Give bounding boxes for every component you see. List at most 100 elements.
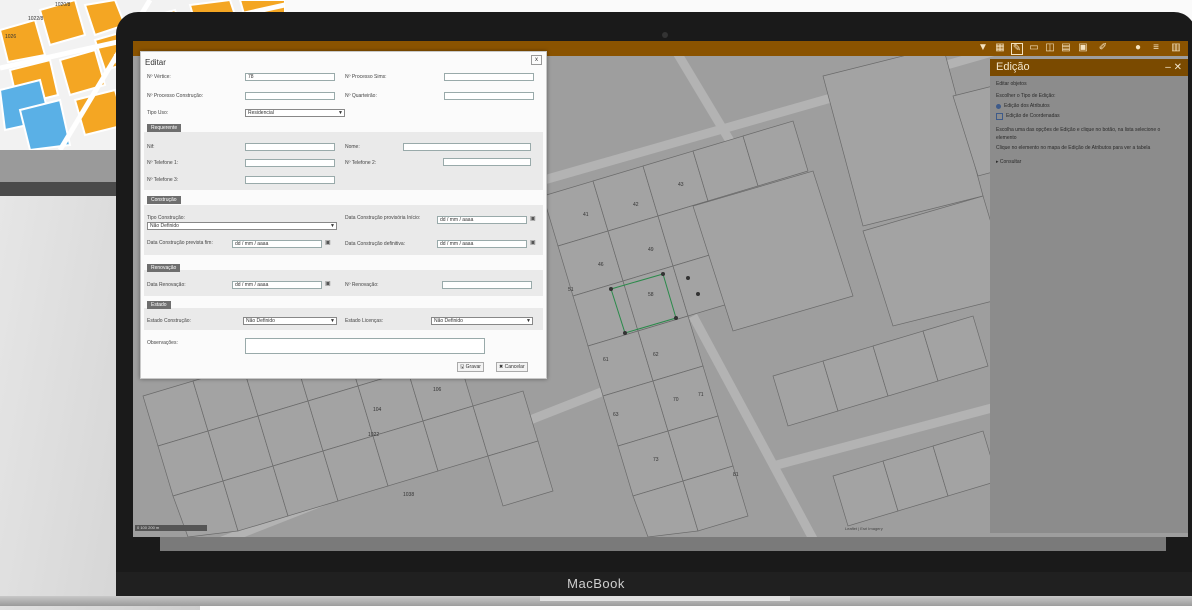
radio-empty-icon[interactable] <box>996 112 1003 120</box>
label-tipo-construcao: Tipo Construção: <box>147 215 185 221</box>
consult-expander[interactable]: ▸ Consultar <box>996 158 1182 166</box>
label-data-renovacao: Data Renovação: <box>147 282 186 288</box>
svg-text:42: 42 <box>633 202 639 208</box>
input-quarteirao[interactable] <box>444 92 534 100</box>
input-processo-sims[interactable] <box>444 73 534 81</box>
svg-text:1022/8: 1022/8 <box>28 16 44 22</box>
save-label: Gravar <box>465 364 481 370</box>
input-data-definitiva[interactable]: dd / mm / aaaa <box>437 240 527 248</box>
input-tel3[interactable] <box>245 176 335 184</box>
label-n-renovacao: Nº Renovação: <box>345 282 379 288</box>
map-attribution[interactable]: Leaflet | Esri Imagery <box>845 526 985 532</box>
menu-icon[interactable]: ≡ <box>1151 43 1161 53</box>
radio-selected-icon[interactable] <box>996 103 1001 109</box>
laptop-brand: MacBook <box>567 576 625 591</box>
select-tipo-uso[interactable]: Residencial ▼ <box>245 109 345 117</box>
option-label: Edição de Coordenadas <box>1006 113 1060 119</box>
select-value: Não Definido <box>246 318 275 324</box>
print-icon[interactable]: ▣ <box>1078 43 1088 53</box>
label-data-inicio: Data Construção provisória Início: <box>345 215 421 221</box>
save-button[interactable]: 🖫 Gravar <box>457 362 484 372</box>
filter-icon[interactable]: ▼ <box>978 43 988 53</box>
calendar-icon[interactable]: ▣ <box>325 280 331 287</box>
svg-text:1038: 1038 <box>403 492 414 498</box>
chevron-down-icon: ▼ <box>526 318 531 324</box>
select-icon[interactable]: ◫ <box>1045 43 1055 53</box>
label-processo-construcao: Nº Processo Construção: <box>147 93 204 99</box>
svg-text:104: 104 <box>373 407 382 413</box>
label-nome: Nome: <box>345 144 360 150</box>
label-nif: Nif: <box>147 144 155 150</box>
svg-text:41: 41 <box>583 212 589 218</box>
table-icon[interactable]: ▤ <box>1061 43 1071 53</box>
screen-bottom-bezel <box>160 537 1166 551</box>
calendar-icon[interactable]: ▣ <box>530 239 536 246</box>
edit-panel-title: Edição <box>996 61 1030 73</box>
close-button[interactable]: x <box>531 55 542 65</box>
label-estado-construcao: Estado Construção: <box>147 318 191 324</box>
svg-text:106: 106 <box>433 387 442 393</box>
input-nome[interactable] <box>403 143 531 151</box>
input-nif[interactable] <box>245 143 335 151</box>
laptop-screen: ▼ ▦ ✎ ▭ ◫ ▤ ▣ ✐ ● ≡ ▥ 41 42 43 46 49 51 … <box>133 41 1188 537</box>
calendar-icon[interactable]: ▣ <box>325 239 331 246</box>
option-edit-attributes[interactable]: Edição dos Atributos <box>996 102 1182 110</box>
expander-label: Consultar <box>999 159 1022 165</box>
chevron-down-icon: ▼ <box>338 110 343 116</box>
label-tel1: Nº Telefone 1: <box>147 160 179 166</box>
textarea-observacoes[interactable] <box>245 338 485 354</box>
select-tipo-construcao[interactable]: Não Definido ▼ <box>147 222 337 230</box>
svg-text:1026: 1026 <box>5 34 16 40</box>
input-tel1[interactable] <box>245 159 335 167</box>
cancel-button[interactable]: ✖ Cancelar <box>496 362 528 372</box>
svg-text:73: 73 <box>653 457 659 463</box>
select-value: Não Definido <box>150 223 179 229</box>
layers-icon[interactable]: ▦ <box>995 43 1005 53</box>
label-n-vertice: Nº Vértice: <box>147 74 171 80</box>
user-icon[interactable]: ● <box>1133 43 1143 53</box>
grid-icon[interactable]: ▥ <box>1171 43 1181 53</box>
section-title-construcao: Construção <box>147 196 181 204</box>
panel-controls[interactable]: – ✕ <box>1165 59 1182 76</box>
label-estado-licencas: Estado Licenças: <box>345 318 384 324</box>
svg-text:1020/8: 1020/8 <box>55 2 71 8</box>
input-n-renovacao[interactable] <box>442 281 532 289</box>
svg-text:63: 63 <box>613 412 619 418</box>
input-data-prevista[interactable]: dd / mm / aaaa <box>232 240 322 248</box>
svg-text:43: 43 <box>678 182 684 188</box>
section-title-estado: Estado <box>147 301 171 309</box>
input-processo-construcao[interactable] <box>245 92 335 100</box>
cancel-label: Cancelar <box>504 364 525 370</box>
panel-note: Clique no elemento no mapa de Edição de … <box>996 145 1151 151</box>
edit-panel-body: Editar objetos Escolher o Tipo de Edição… <box>990 76 1188 170</box>
input-n-vertice[interactable]: 78 <box>245 73 335 81</box>
laptop-notch <box>540 596 790 601</box>
label-data-prevista: Data Construção prevista fim: <box>147 240 213 246</box>
label-tel3: Nº Telefone 3: <box>147 177 179 183</box>
select-estado-construcao[interactable]: Não Definido ▼ <box>243 317 337 325</box>
panel-subtitle: Editar objetos <box>996 81 1027 87</box>
svg-text:58: 58 <box>648 292 654 298</box>
section-title-renovacao: Renovação <box>147 264 181 272</box>
select-estado-licencas[interactable]: Não Definido ▼ <box>431 317 533 325</box>
dialog-title: Editar <box>145 58 166 67</box>
svg-text:81: 81 <box>733 472 739 478</box>
chevron-down-icon: ▼ <box>330 318 335 324</box>
label-data-definitiva: Data Construção definitiva: <box>345 241 406 247</box>
calendar-icon[interactable]: ▣ <box>530 215 536 222</box>
input-data-inicio[interactable]: dd / mm / aaaa <box>437 216 527 224</box>
label-processo-sims: Nº Processo Sims: <box>345 74 387 80</box>
input-tel2[interactable] <box>443 158 531 166</box>
input-data-renovacao[interactable]: dd / mm / aaaa <box>232 281 322 289</box>
svg-text:1022: 1022 <box>368 432 379 438</box>
svg-text:51: 51 <box>568 287 574 293</box>
chevron-down-icon: ▼ <box>330 223 335 229</box>
edit-panel-header: Edição – ✕ <box>990 59 1188 76</box>
svg-text:70: 70 <box>673 397 679 403</box>
option-edit-coordinates[interactable]: Edição de Coordenadas <box>996 112 1182 120</box>
panel-prompt: Escolher o Tipo de Edição: <box>996 93 1056 99</box>
pencil-icon[interactable]: ✐ <box>1098 43 1108 53</box>
edit-mode-icon[interactable]: ✎ <box>1011 43 1023 55</box>
select-value: Não Definido <box>434 318 463 324</box>
measure-icon[interactable]: ▭ <box>1029 43 1039 53</box>
